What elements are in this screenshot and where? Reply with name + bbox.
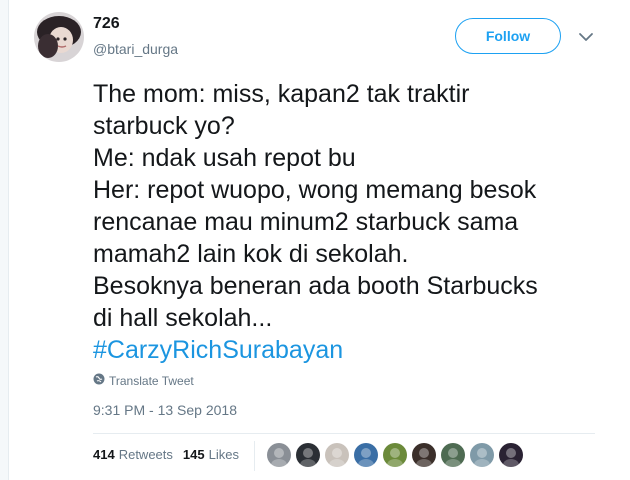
liker-avatar-1[interactable] bbox=[267, 443, 291, 467]
hashtag-link[interactable]: #CarzyRichSurabayan bbox=[93, 334, 613, 366]
user-handle[interactable]: @btari_durga bbox=[93, 41, 178, 57]
retweets-stat[interactable]: 414 Retweets bbox=[93, 447, 173, 462]
translate-label: Translate Tweet bbox=[109, 373, 194, 388]
stats-separator bbox=[254, 441, 255, 471]
tweet-line: Me: ndak usah repot bu bbox=[93, 144, 356, 172]
tweet-timestamp[interactable]: 9:31 PM - 13 Sep 2018 bbox=[93, 402, 237, 418]
translate-tweet-link[interactable]: Translate Tweet bbox=[93, 373, 194, 388]
tweet-line: rencanae mau minum2 starbuck sama bbox=[93, 208, 519, 236]
tweet-line: The mom: miss, kapan2 tak traktir bbox=[93, 80, 470, 108]
liker-avatar-9[interactable] bbox=[499, 443, 523, 467]
tweet-line: Besoknya beneran ada booth Starbucks bbox=[93, 272, 538, 300]
liker-avatar-4[interactable] bbox=[354, 443, 378, 467]
tweet-line: mamah2 lain kok di sekolah. bbox=[93, 240, 409, 268]
tweet-line: Her: repot wuopo, wong memang besok bbox=[93, 176, 537, 204]
liker-avatar-7[interactable] bbox=[441, 443, 465, 467]
liker-avatar-8[interactable] bbox=[470, 443, 494, 467]
liker-avatar-5[interactable] bbox=[383, 443, 407, 467]
retweets-count: 414 bbox=[93, 447, 115, 462]
avatar[interactable] bbox=[34, 12, 84, 62]
tweet-line: di hall sekolah... bbox=[93, 304, 273, 332]
liker-avatars bbox=[267, 443, 523, 467]
likes-stat[interactable]: 145 Likes bbox=[183, 447, 239, 462]
left-margin-rule bbox=[0, 0, 9, 480]
globe-icon bbox=[93, 373, 105, 388]
likes-count: 145 bbox=[182, 447, 205, 462]
divider bbox=[93, 433, 595, 434]
likes-label: Likes bbox=[208, 447, 239, 462]
liker-avatar-6[interactable] bbox=[412, 443, 436, 467]
tweet-stats: 414 Retweets 145 Likes bbox=[93, 447, 249, 462]
display-name[interactable]: 726 bbox=[93, 15, 120, 33]
liker-avatar-3[interactable] bbox=[325, 443, 349, 467]
retweets-label: Retweets bbox=[118, 447, 173, 462]
tweet-text: The mom: miss, kapan2 tak traktir starbu… bbox=[93, 78, 613, 366]
chevron-down-icon[interactable] bbox=[578, 30, 594, 42]
follow-button[interactable]: Follow bbox=[455, 18, 561, 54]
liker-avatar-2[interactable] bbox=[296, 443, 320, 467]
tweet-line: starbuck yo? bbox=[93, 112, 235, 140]
